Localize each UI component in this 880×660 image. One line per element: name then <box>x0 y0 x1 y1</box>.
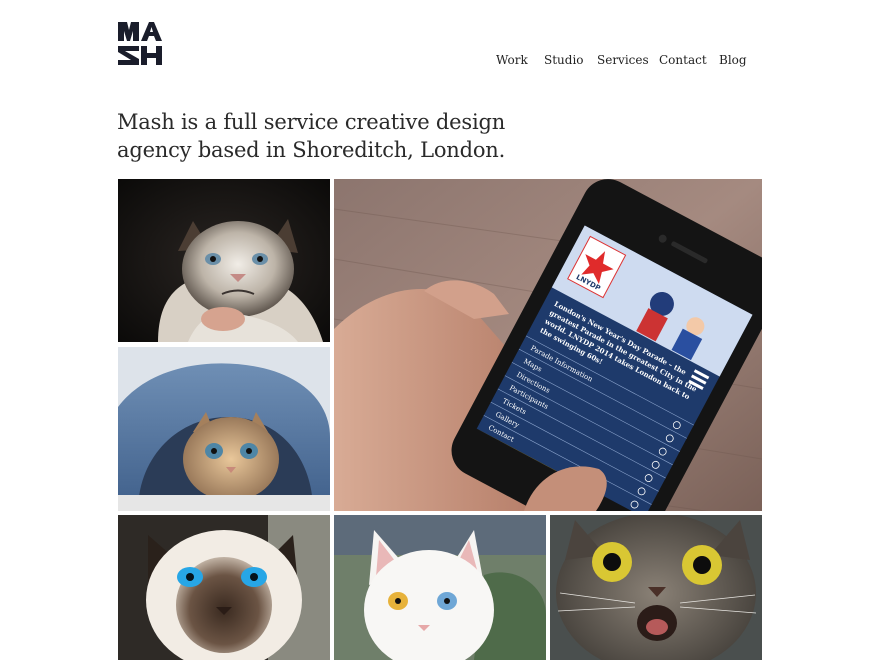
denim-kitten-image <box>118 347 330 511</box>
nav-services-link[interactable]: Services <box>597 53 649 67</box>
grumpy-cat-image <box>118 179 330 342</box>
nav-blog-link[interactable]: Blog <box>719 53 747 67</box>
white-cat-image <box>334 515 546 660</box>
main-nav: Work Studio Services Contact Blog <box>0 53 880 69</box>
hero-tagline-line2: agency based in Shoreditch, London. <box>117 138 506 162</box>
portfolio-tile-denim-kitten[interactable] <box>118 347 330 511</box>
portfolio-tile-grumpy-cat[interactable] <box>118 179 330 342</box>
portfolio-tile-white-cat[interactable] <box>334 515 546 660</box>
nav-work-link[interactable]: Work <box>496 53 528 67</box>
hero-tagline-line1: Mash is a full service creative design <box>117 110 506 134</box>
portfolio-tile-siamese-kitten[interactable] <box>118 515 330 660</box>
portfolio-tile-lnydp-app[interactable]: LNYDP London's New Year's Day Parade – t… <box>334 179 762 511</box>
siamese-kitten-image <box>118 515 330 660</box>
nav-contact-link[interactable]: Contact <box>659 53 707 67</box>
lnydp-phone-image: LNYDP London's New Year's Day Parade – t… <box>334 179 762 511</box>
portfolio-tile-shocked-cat[interactable] <box>550 515 762 660</box>
nav-studio-link[interactable]: Studio <box>544 53 584 67</box>
shocked-cat-image <box>550 515 762 660</box>
hero-tagline: Mash is a full service creative design a… <box>117 108 537 164</box>
